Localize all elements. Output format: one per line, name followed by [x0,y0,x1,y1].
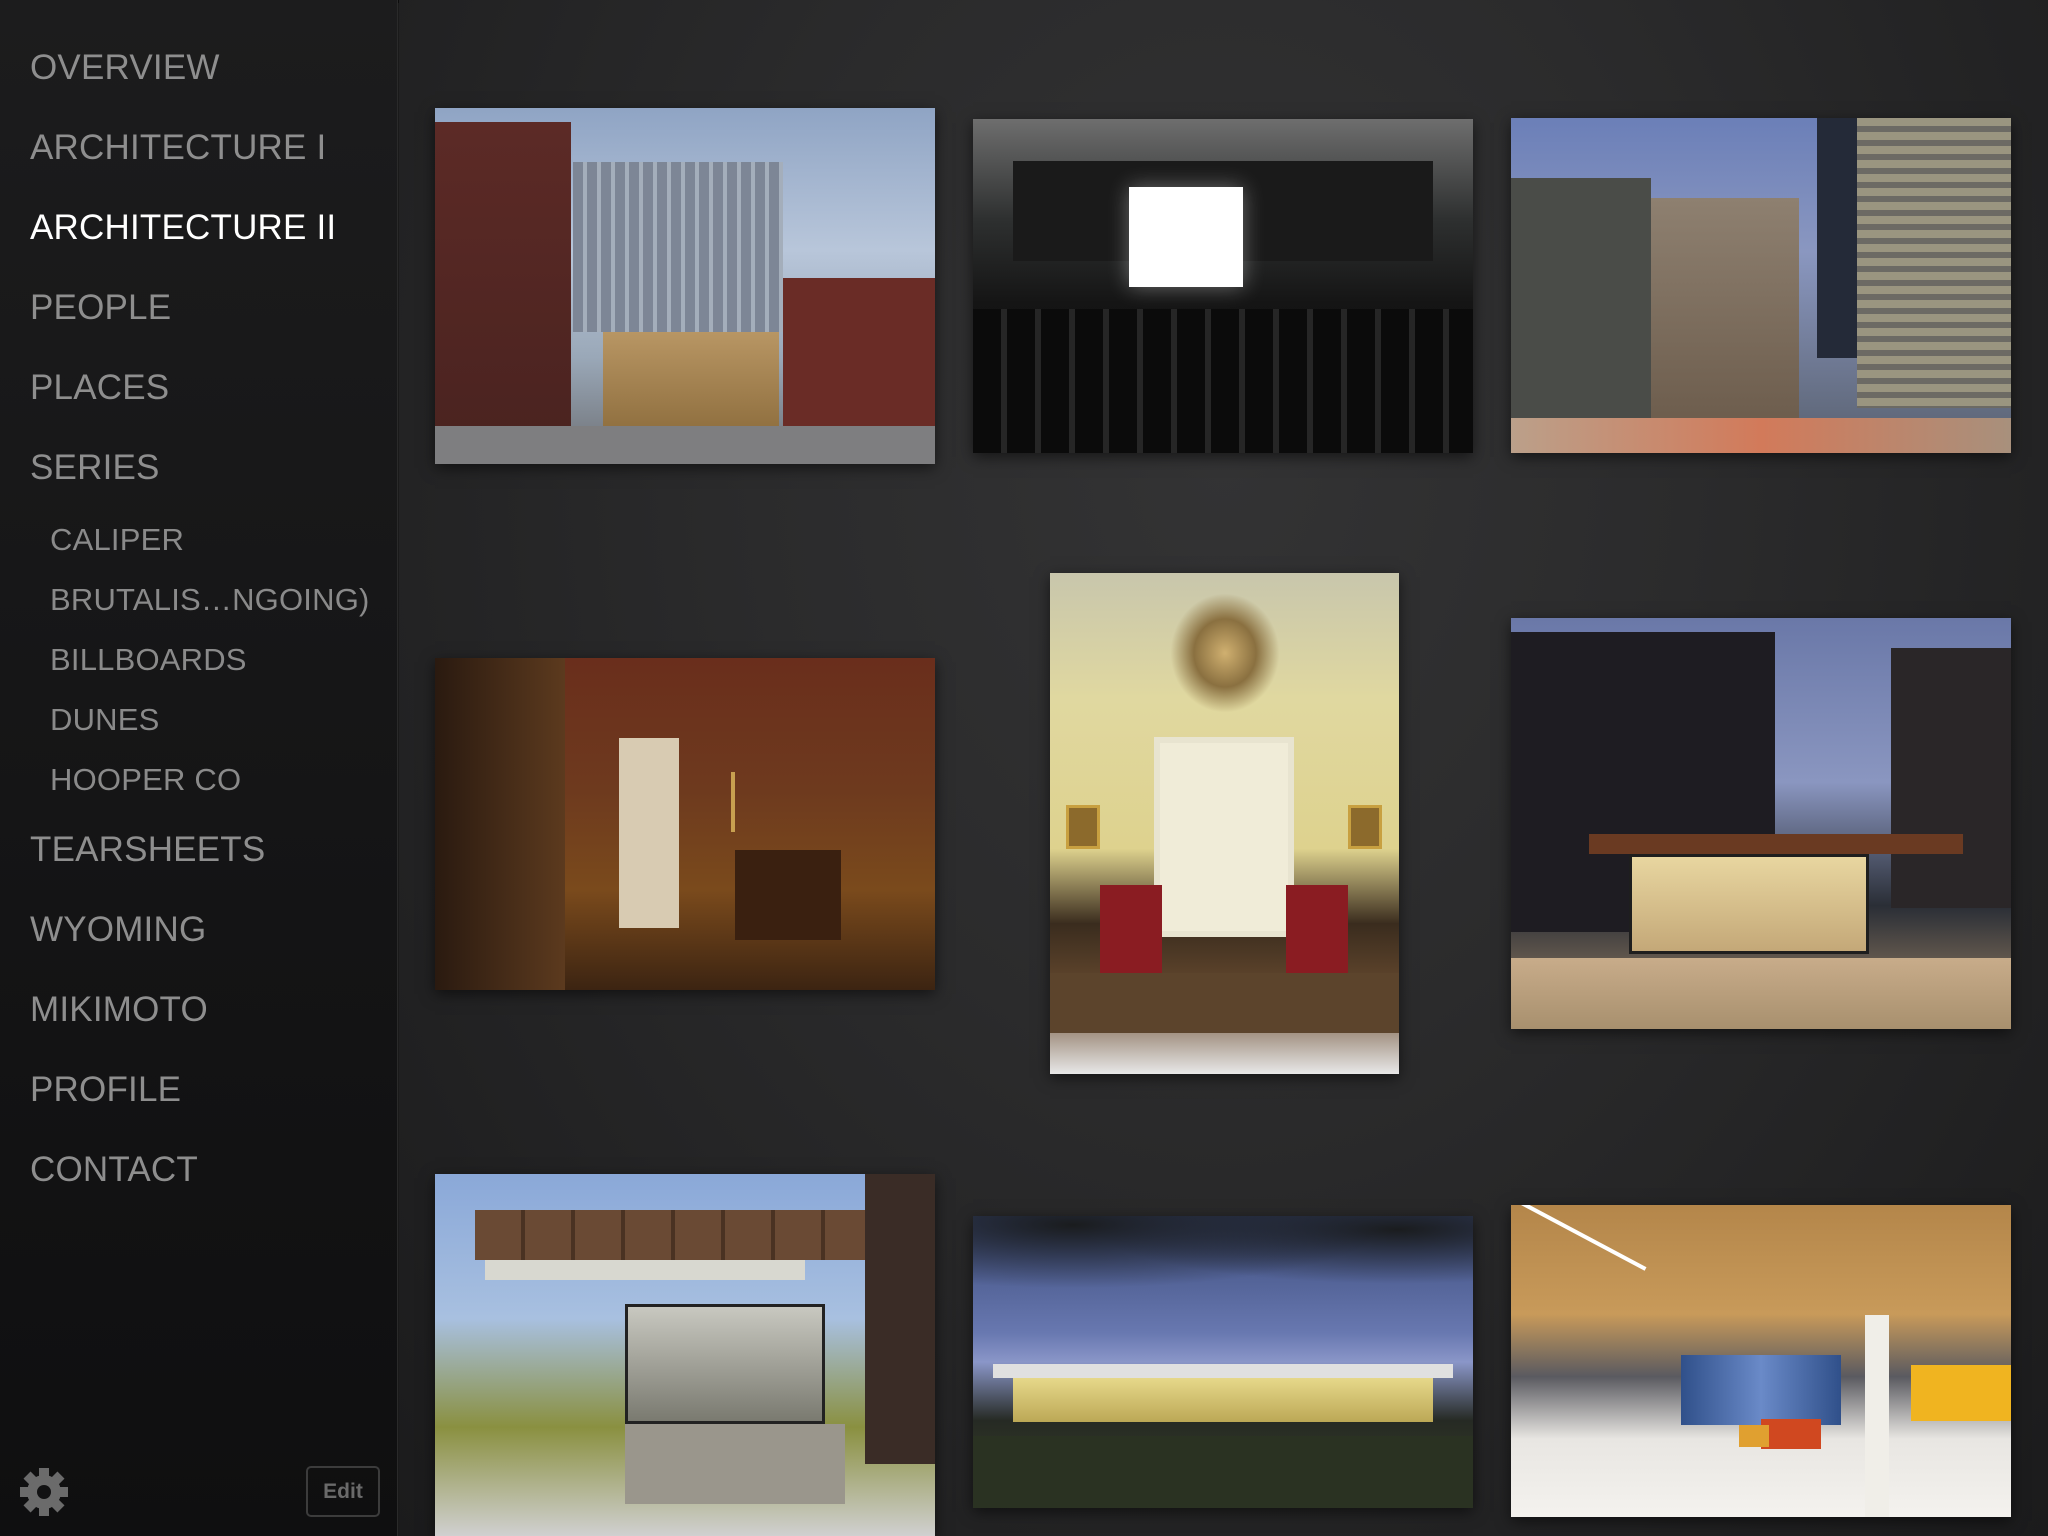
nav-item-architecture-ii[interactable]: ARCHITECTURE II [30,208,336,248]
photo-thumbnail[interactable] [1511,118,2011,453]
photo-detail [1857,118,2011,408]
photo-detail [1100,885,1162,975]
photo-detail [1739,1425,1769,1447]
photo-detail [1761,1419,1821,1449]
nav-item-mikimoto[interactable]: MIKIMOTO [30,990,208,1030]
photo-detail [993,1364,1453,1378]
photo-detail [1521,1205,1647,1271]
photo-detail [1817,118,1857,358]
photo-detail [1681,1355,1841,1425]
photo-detail [619,738,679,928]
photo-thumbnail[interactable] [435,1174,935,1536]
photo-detail [1589,834,1963,854]
photo-detail [1511,958,2011,1029]
photo-detail [1129,187,1243,287]
photo-detail [1629,854,1869,954]
nav-subitem-hooper-co[interactable]: HOOPER CO [50,762,241,798]
photo-detail [1911,1365,2011,1421]
photo-detail [435,426,935,464]
photo-detail [973,309,1473,453]
photo-detail [1286,885,1348,975]
photo-thumbnail[interactable] [1511,618,2011,1029]
photo-detail [485,1260,805,1280]
photo-thumbnail[interactable] [973,1216,1473,1508]
nav-item-tearsheets[interactable]: TEARSHEETS [30,830,265,870]
edit-button[interactable]: Edit [306,1466,380,1517]
gear-icon[interactable] [18,1466,70,1518]
photo-detail [865,1174,935,1464]
photo-thumbnail[interactable] [1050,573,1399,1074]
nav-item-architecture-i[interactable]: ARCHITECTURE I [30,128,326,168]
photo-gallery [399,0,2048,1536]
photo-detail [1013,1378,1433,1422]
nav-item-overview[interactable]: OVERVIEW [30,48,220,88]
nav-item-series[interactable]: SERIES [30,448,160,488]
photo-detail [973,1436,1473,1508]
photo-detail [573,162,783,332]
nav-subitem-brutalism[interactable]: BRUTALIS…NGOING) [50,582,370,618]
nav-item-profile[interactable]: PROFILE [30,1070,181,1110]
photo-thumbnail[interactable] [973,119,1473,453]
nav-item-wyoming[interactable]: WYOMING [30,910,206,950]
photo-detail [1050,973,1399,1033]
photo-detail [1651,198,1799,428]
photo-thumbnail[interactable] [435,108,935,464]
sidebar: OVERVIEW ARCHITECTURE I ARCHITECTURE II … [0,0,398,1536]
photo-detail [625,1424,845,1504]
photo-detail [1170,593,1280,713]
nav-subitem-billboards[interactable]: BILLBOARDS [50,642,247,678]
photo-detail [973,1216,1473,1306]
nav-subitem-caliper[interactable]: CALIPER [50,522,184,558]
photo-detail [1891,648,2011,908]
nav-item-places[interactable]: PLACES [30,368,169,408]
photo-detail [1511,418,2011,453]
photo-detail [435,658,565,990]
photo-detail [435,122,571,444]
photo-detail [475,1210,895,1260]
nav-subitem-dunes[interactable]: DUNES [50,702,160,738]
photo-detail [1154,737,1294,937]
photo-detail [1066,805,1100,849]
photo-detail [1865,1315,1889,1517]
photo-detail [731,772,735,832]
photo-detail [783,278,935,444]
photo-thumbnail[interactable] [435,658,935,990]
photo-detail [1348,805,1382,849]
photo-thumbnail[interactable] [1511,1205,2011,1517]
nav-item-contact[interactable]: CONTACT [30,1150,198,1190]
photo-detail [1511,178,1651,428]
photo-detail [735,850,841,940]
nav-item-people[interactable]: PEOPLE [30,288,171,328]
photo-detail [625,1304,825,1424]
